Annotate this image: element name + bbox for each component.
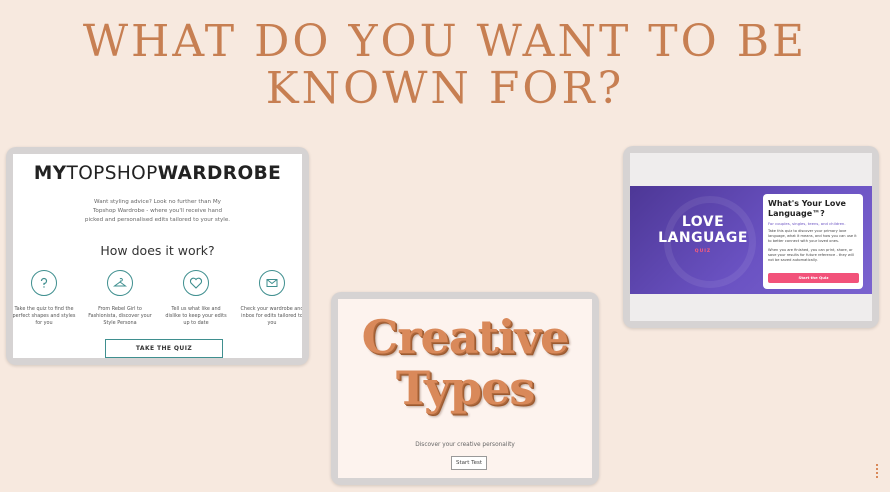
headline-line-2: KNOWN FOR? <box>265 63 625 114</box>
decorative-dots <box>876 464 880 478</box>
topshop-step-1: Take the quiz to find the perfect shapes… <box>13 270 77 326</box>
page-headline: WHAT DO YOU WANT TO BE KNOWN FOR? <box>0 18 890 112</box>
topshop-step-3: Tell us what like and dislike to keep yo… <box>163 270 229 326</box>
love-language-quiz-tag: QUIZ <box>694 249 712 254</box>
topshop-step-1-text: Take the quiz to find the perfect shapes… <box>13 306 76 326</box>
creative-title-line-2: Types <box>395 361 535 415</box>
love-card-note: When you are finished, you can print, sh… <box>768 248 854 262</box>
headline-line-1: WHAT DO YOU WANT TO BE <box>82 16 808 67</box>
topshop-step-4-text: Check your wardrobe and inbox for edits … <box>240 306 302 326</box>
love-language-panel: LOVE LANGUAGE QUIZ What's Your Love Lang… <box>630 186 872 294</box>
topshop-how-title: How does it work? <box>100 243 215 258</box>
topshop-screen: MYTOPSHOPWARDROBE Want styling advice? L… <box>13 154 302 358</box>
tablet-creative-types: Creative Types Discover your creative pe… <box>331 292 599 485</box>
start-test-button[interactable]: Start Test <box>451 456 487 470</box>
tablet-topshop: MYTOPSHOPWARDROBE Want styling advice? L… <box>6 147 309 365</box>
start-the-quiz-button[interactable]: Start the Quiz <box>768 273 859 283</box>
topshop-step-4: Check your wardrobe and inbox for edits … <box>239 270 302 326</box>
topshop-step-2: From Rebel Girl to Fashionista, discover… <box>87 270 153 326</box>
creative-screen: Creative Types Discover your creative pe… <box>338 299 592 478</box>
question-icon <box>31 270 57 296</box>
love-card-description: Take this quiz to discover your primary … <box>768 229 857 243</box>
love-card-title: What's Your Love Language™? <box>768 199 846 218</box>
topshop-step-2-text: From Rebel Girl to Fashionista, discover… <box>88 306 152 326</box>
love-language-logo: LOVE LANGUAGE <box>658 214 748 246</box>
take-the-quiz-button[interactable]: TAKE THE QUIZ <box>105 339 223 358</box>
heart-icon <box>183 270 209 296</box>
topshop-logo: MYTOPSHOPWARDROBE <box>33 163 282 184</box>
love-card-audience-link[interactable]: For couples, singles, teens, and childre… <box>768 221 860 226</box>
topshop-step-3-text: Tell us what like and dislike to keep yo… <box>165 306 227 326</box>
hanger-icon <box>107 270 133 296</box>
love-language-card: What's Your Love Language™? For couples,… <box>763 194 863 289</box>
mail-icon <box>259 270 285 296</box>
creative-title-line-1: Creative <box>361 310 570 364</box>
creative-types-title: Creative Types <box>338 311 592 413</box>
topshop-intro-text: Want styling advice? Look no further tha… <box>84 199 231 223</box>
creative-subtitle: Discover your creative personality <box>415 442 515 448</box>
love-screen: LOVE LANGUAGE QUIZ What's Your Love Lang… <box>630 153 872 321</box>
tablet-love-language: LOVE LANGUAGE QUIZ What's Your Love Lang… <box>623 146 879 328</box>
